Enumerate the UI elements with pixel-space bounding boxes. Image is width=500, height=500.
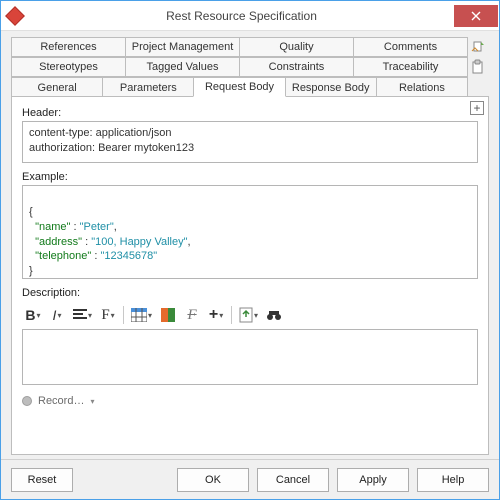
tab-row-3: General Parameters Request Body Response…	[11, 77, 467, 97]
chevron-down-icon: ▾	[90, 397, 94, 406]
align-icon	[73, 309, 87, 321]
font-button[interactable]: F▾	[97, 304, 119, 326]
example-label: Example:	[22, 171, 478, 183]
browse-icon[interactable]	[470, 39, 486, 55]
clear-format-button[interactable]: F	[181, 304, 203, 326]
align-button[interactable]: ▾	[70, 304, 95, 326]
chevron-down-icon: ▾	[88, 311, 92, 320]
dialog-window: Rest Resource Specification References P…	[0, 0, 500, 500]
tab-tagged-values[interactable]: Tagged Values	[125, 57, 240, 77]
plus-icon: +	[209, 306, 218, 324]
button-bar: Reset OK Cancel Apply Help	[1, 459, 499, 499]
help-button[interactable]: Help	[417, 468, 489, 492]
tab-parameters[interactable]: Parameters	[102, 77, 194, 97]
request-body-panel: + Header: Example: { "name" : "Peter", "…	[11, 96, 489, 455]
description-label: Description:	[22, 287, 478, 299]
find-button[interactable]	[263, 304, 285, 326]
tab-traceability[interactable]: Traceability	[353, 57, 468, 77]
tab-stereotypes[interactable]: Stereotypes	[11, 57, 126, 77]
separator	[231, 306, 232, 324]
tab-relations[interactable]: Relations	[376, 77, 468, 97]
reset-button[interactable]: Reset	[11, 468, 73, 492]
json-open: {	[29, 206, 33, 218]
binoculars-icon	[266, 308, 282, 322]
separator	[123, 306, 124, 324]
side-icon-column	[467, 37, 489, 75]
record-label: Record…	[38, 395, 84, 407]
apply-button[interactable]: Apply	[337, 468, 409, 492]
rte-toolbar: B▾ I▾ ▾ F▾ ▾ F +▾ ▾	[22, 303, 478, 327]
tab-row-2: Stereotypes Tagged Values Constraints Tr…	[11, 57, 467, 77]
export-button[interactable]: ▾	[236, 304, 261, 326]
add-button[interactable]: +	[470, 101, 484, 115]
json-close: }	[29, 265, 33, 277]
italic-button[interactable]: I▾	[46, 304, 68, 326]
clipboard-icon[interactable]	[470, 59, 486, 75]
app-icon	[5, 6, 25, 26]
close-icon	[471, 11, 481, 21]
chevron-down-icon: ▾	[254, 311, 258, 320]
tab-general[interactable]: General	[11, 77, 103, 97]
insert-button[interactable]: +▾	[205, 304, 227, 326]
ok-button[interactable]: OK	[177, 468, 249, 492]
description-input[interactable]	[22, 329, 478, 385]
tab-response-body[interactable]: Response Body	[285, 77, 377, 97]
dialog-body: References Project Management Quality Co…	[1, 31, 499, 459]
tabs: References Project Management Quality Co…	[11, 37, 467, 97]
tab-row-1: References Project Management Quality Co…	[11, 37, 467, 57]
highlight-button[interactable]	[157, 304, 179, 326]
app-icon-slot	[1, 9, 29, 23]
chevron-down-icon: ▾	[57, 311, 61, 320]
chevron-down-icon: ▾	[111, 311, 115, 320]
header-label: Header:	[22, 107, 478, 119]
table-button[interactable]: ▾	[128, 304, 155, 326]
tab-constraints[interactable]: Constraints	[239, 57, 354, 77]
example-input[interactable]: { "name" : "Peter", "address" : "100, Ha…	[22, 185, 478, 279]
bold-button[interactable]: B▾	[22, 304, 44, 326]
record-row[interactable]: Record… ▾	[22, 395, 478, 407]
chevron-down-icon: ▾	[219, 311, 223, 320]
tab-area: References Project Management Quality Co…	[11, 37, 489, 97]
tab-comments[interactable]: Comments	[353, 37, 468, 57]
tab-references[interactable]: References	[11, 37, 126, 57]
close-button[interactable]	[454, 5, 498, 27]
titlebar: Rest Resource Specification	[1, 1, 499, 31]
cancel-button[interactable]: Cancel	[257, 468, 329, 492]
tab-quality[interactable]: Quality	[239, 37, 354, 57]
header-input[interactable]	[22, 121, 478, 163]
table-icon	[131, 308, 147, 322]
tab-project-management[interactable]: Project Management	[125, 37, 240, 57]
export-icon	[239, 307, 253, 323]
chevron-down-icon: ▾	[37, 311, 41, 320]
highlight-icon	[161, 308, 175, 322]
tab-request-body[interactable]: Request Body	[193, 77, 285, 97]
window-title: Rest Resource Specification	[29, 9, 454, 23]
record-icon	[22, 396, 32, 406]
chevron-down-icon: ▾	[148, 311, 152, 320]
